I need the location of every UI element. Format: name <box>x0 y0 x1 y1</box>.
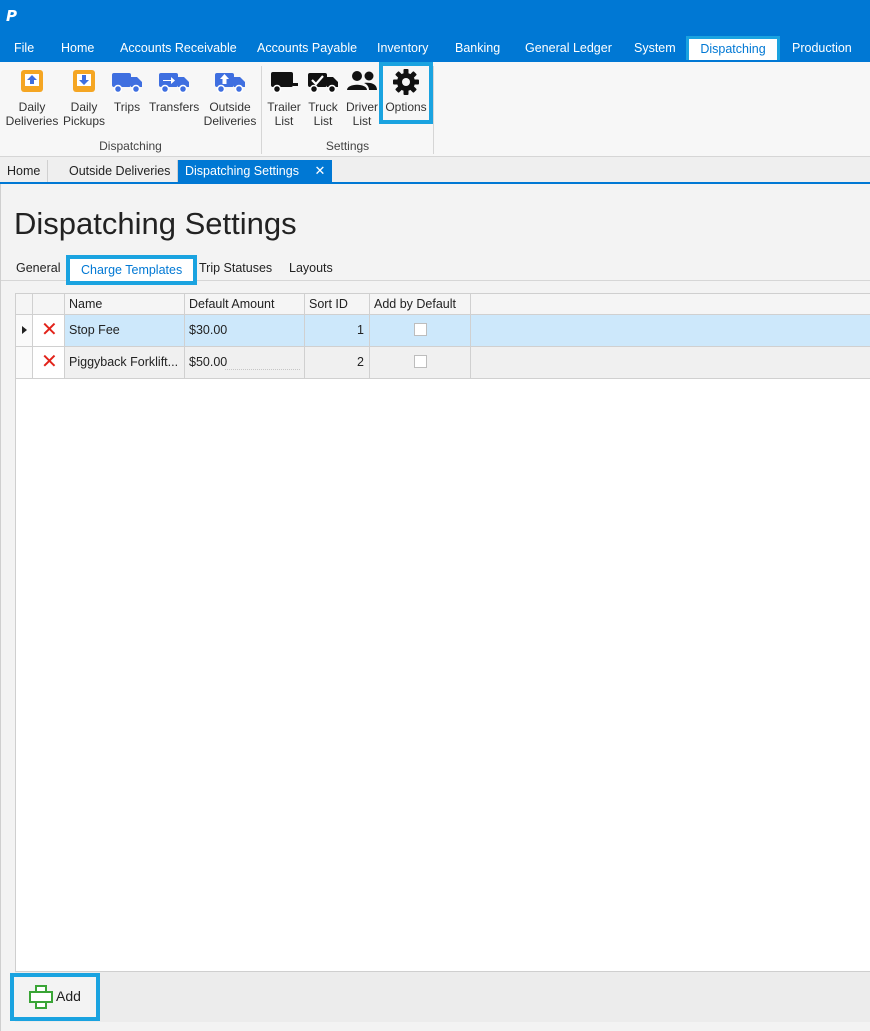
daily-deliveries-label-2: Deliveries <box>5 114 59 128</box>
outside-deliveries-label-1: Outside <box>209 100 251 114</box>
menu-general-ledger[interactable]: General Ledger <box>519 36 618 62</box>
page-title: Dispatching Settings <box>14 206 297 241</box>
cell-sort-id[interactable]: 1 <box>305 315 370 346</box>
cell-sort-id[interactable]: 2 <box>305 347 370 378</box>
delete-x-icon: ✕ <box>41 351 58 373</box>
row-selector[interactable] <box>16 315 33 346</box>
menu-home[interactable]: Home <box>55 36 100 62</box>
driver-list-button[interactable]: Driver List <box>344 68 380 128</box>
header-name[interactable]: Name <box>65 294 185 315</box>
header-row-selector <box>16 294 33 315</box>
daily-pickups-label-2: Pickups <box>62 114 106 128</box>
cell-name[interactable]: Piggyback Forklift... <box>65 347 185 378</box>
menu-system[interactable]: System <box>628 36 682 62</box>
pickup-down-icon <box>73 70 95 92</box>
outside-deliveries-button[interactable]: Outside Deliveries <box>203 68 257 128</box>
grid-header: Name Default Amount Sort ID Add by Defau… <box>16 294 870 315</box>
trips-label: Trips <box>113 100 141 114</box>
cell-add-by-default <box>370 347 471 378</box>
header-delete <box>33 294 65 315</box>
driver-list-label-2: List <box>352 114 372 128</box>
menu-accounts-payable[interactable]: Accounts Payable <box>251 36 363 62</box>
options-highlight <box>379 62 433 124</box>
trailer-list-button[interactable]: Trailer List <box>266 68 302 128</box>
close-icon[interactable]: ✕ <box>314 163 325 178</box>
trailer-icon <box>271 72 298 94</box>
truck-list-label-1: Truck <box>308 100 338 114</box>
doc-tab-home[interactable]: Home <box>0 160 49 182</box>
transfer-truck-icon <box>159 73 189 94</box>
cell-dotted-underline <box>225 369 300 370</box>
main-content: Dispatching Settings General Charge Temp… <box>0 184 870 1031</box>
trips-button[interactable]: Trips <box>110 68 144 114</box>
trailer-list-label-1: Trailer <box>267 100 301 114</box>
table-row[interactable]: ✕ Stop Fee $30.00 1 <box>16 315 870 347</box>
tab-charge-templates[interactable]: Charge Templates <box>66 255 198 285</box>
transfers-label: Transfers <box>149 100 200 114</box>
doc-tab-dispatching-settings-label: Dispatching Settings <box>185 164 299 178</box>
ribbon: Daily Deliveries Daily Pickups Trips Tra… <box>0 62 870 157</box>
menu-bar: File Home Accounts Receivable Accounts P… <box>0 36 870 62</box>
truck-icon <box>112 73 142 94</box>
add-by-default-checkbox[interactable] <box>414 355 427 368</box>
grid-footer-bar <box>15 972 870 1022</box>
row-selector[interactable] <box>16 347 33 378</box>
title-bar: P <box>0 0 870 36</box>
delete-x-icon: ✕ <box>41 319 58 341</box>
tab-trip-statuses[interactable]: Trip Statuses <box>199 261 272 275</box>
menu-file[interactable]: File <box>8 36 40 62</box>
cell-default-amount-value: $50.00 <box>189 355 228 369</box>
daily-deliveries-button[interactable]: Daily Deliveries <box>4 68 60 128</box>
menu-inventory[interactable]: Inventory <box>371 36 434 62</box>
table-row[interactable]: ✕ Piggyback Forklift... $50.00 2 <box>16 347 870 379</box>
add-button-label: Add <box>56 988 81 1004</box>
daily-pickups-button[interactable]: Daily Pickups <box>62 68 106 128</box>
delete-row-button[interactable]: ✕ <box>33 315 65 346</box>
tab-general[interactable]: General <box>16 261 60 275</box>
app-logo-icon: P <box>6 7 17 25</box>
cell-name[interactable]: Stop Fee <box>65 315 185 346</box>
plus-icon <box>29 985 53 1009</box>
cell-default-amount-value: $30.00 <box>189 323 228 337</box>
header-sort-id[interactable]: Sort ID <box>305 294 370 315</box>
truck-list-label-2: List <box>313 114 333 128</box>
doc-tab-outside-deliveries[interactable]: Outside Deliveries <box>62 160 179 182</box>
outside-deliveries-label-2: Deliveries <box>203 114 257 128</box>
cell-default-amount[interactable]: $50.00 <box>185 347 305 378</box>
delete-row-button[interactable]: ✕ <box>33 347 65 378</box>
menu-dispatching[interactable]: Dispatching <box>686 36 780 60</box>
ribbon-separator-2 <box>433 66 434 154</box>
doc-tab-dispatching-settings[interactable]: Dispatching Settings ✕ <box>178 160 333 184</box>
menu-accounts-receivable[interactable]: Accounts Receivable <box>114 36 243 62</box>
cell-add-by-default <box>370 315 471 346</box>
delivery-up-icon <box>21 70 43 92</box>
tab-layouts[interactable]: Layouts <box>289 261 333 275</box>
driver-list-label-1: Driver <box>346 100 378 114</box>
current-row-arrow-icon <box>22 326 27 334</box>
people-icon <box>347 71 377 90</box>
charge-templates-grid: Name Default Amount Sort ID Add by Defau… <box>15 293 870 972</box>
truck-list-button[interactable]: Truck List <box>306 68 340 128</box>
add-button[interactable]: Add <box>10 973 100 1021</box>
daily-pickups-label-1: Daily <box>70 100 98 114</box>
header-add-by-default[interactable]: Add by Default <box>370 294 471 315</box>
settings-group-label: Settings <box>325 139 370 153</box>
document-tabs: Home Outside Deliveries Dispatching Sett… <box>0 157 870 184</box>
outside-delivery-icon <box>215 73 245 94</box>
add-by-default-checkbox[interactable] <box>414 323 427 336</box>
menu-banking[interactable]: Banking <box>449 36 506 62</box>
daily-deliveries-label-1: Daily <box>18 100 46 114</box>
transfers-button[interactable]: Transfers <box>149 68 199 114</box>
settings-tabs: General Charge Templates Trip Statuses L… <box>1 255 870 285</box>
dispatching-group-label: Dispatching <box>99 139 162 153</box>
menu-production[interactable]: Production <box>786 36 858 62</box>
cell-default-amount[interactable]: $30.00 <box>185 315 305 346</box>
header-default-amount[interactable]: Default Amount <box>185 294 305 315</box>
trailer-list-label-2: List <box>274 114 294 128</box>
truck-check-icon <box>308 73 338 94</box>
